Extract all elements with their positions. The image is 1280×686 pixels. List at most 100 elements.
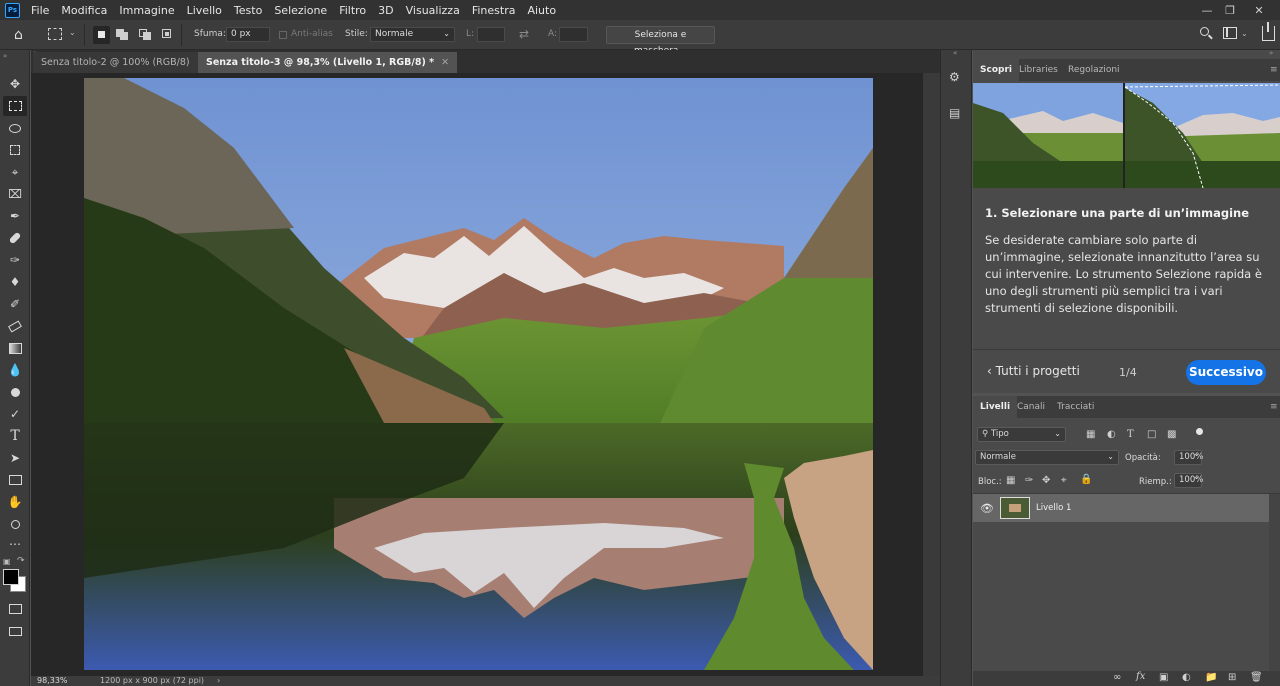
menu-immagine[interactable]: Immagine <box>113 4 180 17</box>
default-colors-icon[interactable]: ▣ <box>3 557 11 566</box>
hand-tool-icon[interactable]: ✋ <box>3 492 27 512</box>
shape-layer-filter-icon[interactable]: □ <box>1147 430 1156 440</box>
next-button[interactable]: Successivo <box>1186 360 1266 385</box>
delete-layer-icon[interactable]: 🗑 <box>1250 673 1263 683</box>
close-window-button[interactable]: ✕ <box>1246 0 1272 20</box>
new-selection-mode[interactable] <box>93 26 110 44</box>
healing-brush-tool-icon[interactable] <box>3 228 27 248</box>
lock-pixels-icon[interactable]: ✑ <box>1025 476 1033 486</box>
restore-button[interactable]: ❐ <box>1217 0 1243 20</box>
share-icon[interactable] <box>1262 22 1275 41</box>
width-input[interactable] <box>477 27 505 42</box>
layer-row[interactable]: 👁 Livello 1 <box>973 494 1269 522</box>
swap-colors-icon[interactable]: ↷ <box>17 556 25 566</box>
panel-menu-icon[interactable]: ≡ <box>1270 65 1278 75</box>
edit-toolbar-icon[interactable]: ⋯ <box>3 534 27 554</box>
history-brush-tool-icon[interactable]: ✐ <box>3 294 27 314</box>
workspace-icon[interactable] <box>1223 27 1237 39</box>
style-select[interactable]: Normale ⌄ <box>370 27 455 42</box>
rect-marquee-preset-icon[interactable] <box>48 28 62 40</box>
menu-filtro[interactable]: Filtro <box>333 4 372 17</box>
height-input[interactable] <box>559 27 588 42</box>
layers-scrollbar[interactable] <box>1269 494 1280 676</box>
type-tool-icon[interactable]: T <box>3 426 27 446</box>
search-icon[interactable] <box>1199 26 1213 40</box>
pixel-layer-filter-icon[interactable]: ▦ <box>1086 430 1095 440</box>
chevron-down-icon[interactable]: ⌄ <box>1191 449 1202 464</box>
lock-all-icon[interactable]: 🔒 <box>1080 475 1092 485</box>
menu-modifica[interactable]: Modifica <box>55 4 113 17</box>
menu-aiuto[interactable]: Aiuto <box>521 4 562 17</box>
lasso-tool-icon[interactable] <box>3 118 27 138</box>
chevron-down-icon[interactable]: ⌄ <box>69 28 76 37</box>
lock-position-icon[interactable]: ✥ <box>1042 476 1050 486</box>
intersect-selection-icon[interactable] <box>162 29 171 38</box>
collapse-icon[interactable]: « <box>953 49 957 57</box>
rectangle-tool-icon[interactable] <box>3 470 27 490</box>
layer-style-icon[interactable]: fx <box>1136 672 1145 682</box>
document-image[interactable] <box>84 78 873 670</box>
rect-marquee-tool-icon[interactable] <box>3 96 27 116</box>
add-mask-icon[interactable]: ▣ <box>1159 673 1168 683</box>
chevron-down-icon[interactable]: ⌄ <box>1191 472 1202 487</box>
frame-tool-icon[interactable]: ⌧ <box>3 184 27 204</box>
home-icon[interactable]: ⌂ <box>14 27 30 43</box>
lock-transparent-icon[interactable]: ▦ <box>1006 476 1015 486</box>
vertical-scrollbar[interactable] <box>923 73 940 676</box>
filter-toggle-icon[interactable] <box>1196 428 1203 435</box>
path-selection-tool-icon[interactable]: ➤ <box>3 448 27 468</box>
all-projects-link[interactable]: ‹ Tutti i progetti <box>987 364 1080 378</box>
zoom-tool-icon[interactable] <box>3 514 27 534</box>
layer-name[interactable]: Livello 1 <box>1036 503 1071 513</box>
blend-mode-select[interactable]: Normale ⌄ <box>975 450 1119 465</box>
antialias-checkbox[interactable] <box>279 31 287 39</box>
eyedropper-tool-icon[interactable]: ✒ <box>3 206 27 226</box>
smart-object-filter-icon[interactable]: ▩ <box>1167 430 1176 440</box>
crop-tool-icon[interactable]: ⌖ <box>3 162 27 182</box>
select-and-mask-button[interactable]: Seleziona e maschera... <box>606 26 715 56</box>
lock-artboard-icon[interactable]: ⌖ <box>1061 476 1067 486</box>
layer-filter-select[interactable]: ⚲ Tipo ⌄ <box>977 427 1066 442</box>
new-group-icon[interactable]: 📁 <box>1205 673 1217 683</box>
tab-senza-titolo-2[interactable]: Senza titolo-2 @ 100% (RGB/8)✕ <box>33 52 213 73</box>
menu-visualizza[interactable]: Visualizza <box>400 4 466 17</box>
quick-selection-tool-icon[interactable] <box>3 140 27 160</box>
menu-selezione[interactable]: Selezione <box>268 4 333 17</box>
menu-testo[interactable]: Testo <box>228 4 268 17</box>
tab-regolazioni[interactable]: Regolazioni <box>1061 59 1127 81</box>
eye-icon[interactable]: 👁 <box>980 502 994 515</box>
collapse-icon[interactable]: » <box>1269 49 1273 57</box>
tab-senza-titolo-3[interactable]: Senza titolo-3 @ 98,3% (Livello 1, RGB/8… <box>198 52 458 73</box>
menu-livello[interactable]: Livello <box>181 4 228 17</box>
adjustment-layer-filter-icon[interactable]: ◐ <box>1107 430 1116 440</box>
menu-file[interactable]: File <box>25 4 55 17</box>
chevron-right-icon[interactable]: › <box>217 676 220 686</box>
zoom-level[interactable]: 98,33% <box>37 676 68 686</box>
menu-finestra[interactable]: Finestra <box>466 4 522 17</box>
history-icon[interactable]: ⚙ <box>949 70 960 84</box>
tab-tracciati[interactable]: Tracciati <box>1050 396 1101 418</box>
blur-tool-icon[interactable]: 💧 <box>3 360 27 380</box>
brush-tool-icon[interactable]: ✑ <box>3 250 27 270</box>
screen-mode-icon[interactable] <box>3 621 27 641</box>
panel-menu-icon[interactable]: ≡ <box>1270 402 1278 412</box>
feather-input[interactable]: 0 px <box>226 27 270 42</box>
link-layers-icon[interactable]: ∞ <box>1113 673 1121 683</box>
new-layer-icon[interactable]: ⊞ <box>1228 673 1236 683</box>
menu-3d[interactable]: 3D <box>372 4 399 17</box>
tab-canali[interactable]: Canali <box>1010 396 1052 418</box>
eraser-tool-icon[interactable] <box>3 316 27 336</box>
dodge-tool-icon[interactable] <box>3 382 27 402</box>
collapse-icon[interactable]: » <box>3 52 7 60</box>
move-tool-icon[interactable]: ✥ <box>3 74 27 94</box>
swap-dimensions-icon[interactable]: ⇄ <box>519 27 529 41</box>
foreground-color-swatch[interactable] <box>3 569 19 585</box>
close-icon[interactable]: ✕ <box>441 57 449 68</box>
adjustment-layer-icon[interactable]: ◐ <box>1182 673 1191 683</box>
clone-stamp-tool-icon[interactable]: ♦ <box>3 272 27 292</box>
pen-tool-icon[interactable]: ✓ <box>3 404 27 424</box>
gradient-tool-icon[interactable] <box>3 338 27 358</box>
chevron-down-icon[interactable]: ⌄ <box>1241 29 1248 38</box>
quick-mask-icon[interactable] <box>3 599 27 619</box>
type-layer-filter-icon[interactable]: T <box>1127 430 1134 440</box>
